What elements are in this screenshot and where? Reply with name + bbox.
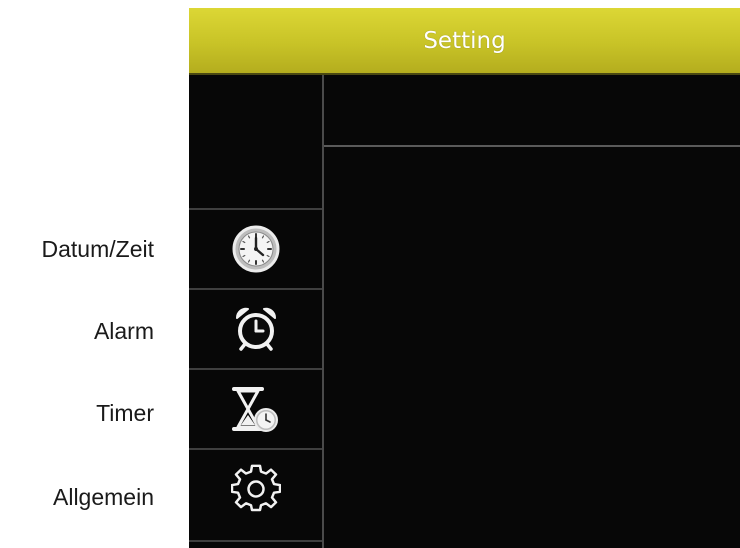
- menu-item-timer[interactable]: [189, 368, 322, 448]
- hourglass-icon: [231, 387, 278, 432]
- callout-alarm: Alarm: [93, 318, 154, 344]
- settings-screen: Setting: [189, 8, 740, 548]
- menu-item-alarm[interactable]: [189, 288, 322, 368]
- alarm-clock-icon: [235, 307, 276, 351]
- clock-icon: [232, 225, 279, 273]
- page-title: Setting: [423, 27, 506, 54]
- menu-bottom-divider: [189, 540, 322, 542]
- menu-item-datum-zeit[interactable]: [189, 208, 322, 288]
- header-bar: Setting: [189, 8, 740, 75]
- callout-timer: Timer: [96, 400, 154, 426]
- callout-datum-zeit: Datum/Zeit: [41, 236, 154, 262]
- gear-icon: [230, 464, 281, 512]
- content-divider: [324, 145, 740, 147]
- callout-allgemein: Allgemein: [53, 484, 154, 510]
- menu-item-allgemein[interactable]: [189, 448, 322, 528]
